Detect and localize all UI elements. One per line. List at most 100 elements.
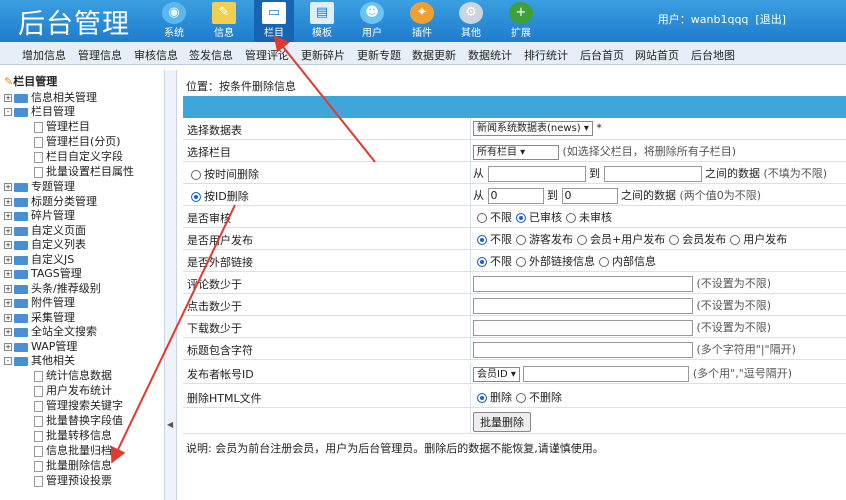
tab-template[interactable]: ▤ 模板 xyxy=(302,0,342,42)
tab-column[interactable]: ▭ 栏目 xyxy=(254,0,294,42)
tab-other[interactable]: ⚙ 其他 xyxy=(451,0,491,42)
subnav-item[interactable]: 管理信息 xyxy=(78,47,122,63)
subnav-item[interactable]: 管理评论 xyxy=(245,47,289,63)
user-member-radio[interactable] xyxy=(669,235,680,245)
subnav-item[interactable]: 网站首页 xyxy=(635,47,679,63)
clicks-input[interactable] xyxy=(473,298,693,314)
table-label: 选择数据表 xyxy=(187,124,242,137)
date-to-input[interactable] xyxy=(603,166,702,182)
sidebar-leaf[interactable]: 统计信息数据 xyxy=(34,367,112,383)
globe-icon: ◉ xyxy=(162,2,186,24)
sidebar-item[interactable]: + 自定义列表 xyxy=(4,236,86,252)
folder-icon xyxy=(14,255,28,265)
page-icon xyxy=(34,121,43,133)
user-any-radio[interactable] xyxy=(477,235,487,245)
gear-icon: ⚙ xyxy=(459,2,483,24)
column-select[interactable]: 所有栏目 ▾ xyxy=(473,144,559,160)
subnav-item[interactable]: 签发信息 xyxy=(189,47,233,63)
sidebar-leaf[interactable]: 管理预设投票 xyxy=(34,472,112,488)
sidebar-item[interactable]: + 附件管理 xyxy=(4,294,75,310)
downloads-label: 下载数少于 xyxy=(187,322,242,335)
link-label: 是否外部链接 xyxy=(187,256,253,269)
sidebar-leaf[interactable]: 信息批量归档 xyxy=(34,442,112,458)
tab-plugin[interactable]: ✦ 插件 xyxy=(402,0,442,42)
subnav-item[interactable]: 数据更新 xyxy=(412,47,456,63)
user-guest-radio[interactable] xyxy=(516,235,526,245)
sidebar-item[interactable]: + 碎片管理 xyxy=(4,207,75,223)
title-input[interactable] xyxy=(473,342,693,358)
sub-nav: 增加信息 管理信息 审核信息 签发信息 管理评论 更新碎片 更新专题 数据更新 … xyxy=(0,42,846,65)
date-from-input[interactable] xyxy=(487,166,586,182)
folder-icon xyxy=(14,93,28,103)
page-icon xyxy=(34,151,43,163)
folder-icon xyxy=(14,327,28,337)
poster-select[interactable]: 会员ID ▾ xyxy=(473,366,520,382)
form-header-bar xyxy=(183,96,846,118)
table-select[interactable]: 新闻系统数据表(news) ▾ xyxy=(473,121,593,136)
sidebar-item[interactable]: + TAGS管理 xyxy=(4,265,82,281)
link-internal-radio[interactable] xyxy=(599,257,609,267)
logout-link[interactable]: [退出] xyxy=(755,13,786,26)
audit-any-radio[interactable] xyxy=(477,213,487,223)
sidebar-item[interactable]: - 栏目管理 xyxy=(4,103,75,119)
sidebar-leaf[interactable]: 管理搜索关键字 xyxy=(34,397,123,413)
subnav-item[interactable]: 更新碎片 xyxy=(301,47,345,63)
tab-system[interactable]: ◉ 系统 xyxy=(154,0,194,42)
user-both-radio[interactable] xyxy=(577,235,587,245)
edit-icon: ✎ xyxy=(212,2,236,24)
tab-info[interactable]: ✎ 信息 xyxy=(204,0,244,42)
sidebar-leaf[interactable]: 批量设置栏目属性 xyxy=(34,163,134,179)
poster-input[interactable] xyxy=(523,366,690,382)
html-delete-radio[interactable] xyxy=(477,393,487,403)
sidebar-item[interactable]: + 专题管理 xyxy=(4,178,75,194)
sidebar-leaf[interactable]: 批量删除信息 xyxy=(34,457,112,473)
folder-icon xyxy=(14,211,28,221)
page-icon xyxy=(34,136,43,148)
folder-icon xyxy=(14,226,28,236)
audit-yes-radio[interactable] xyxy=(516,213,526,223)
sidebar-leaf[interactable]: 用户发布统计 xyxy=(34,382,112,398)
poster-label: 发布者帐号ID xyxy=(187,368,254,381)
subnav-item[interactable]: 更新专题 xyxy=(357,47,401,63)
subnav-item[interactable]: 审核信息 xyxy=(134,47,178,63)
audit-label: 是否审核 xyxy=(187,212,231,225)
time-radio[interactable] xyxy=(191,170,201,180)
sidebar-item[interactable]: - 其他相关 xyxy=(4,352,75,368)
sidebar-leaf[interactable]: 批量替换字段值 xyxy=(34,412,123,428)
logo: 后台管理 xyxy=(18,9,130,40)
sidebar-toggle[interactable]: ◀ xyxy=(165,70,177,500)
folder-icon xyxy=(14,356,28,366)
plugin-icon: ✦ xyxy=(410,2,434,24)
subnav-item[interactable]: 数据统计 xyxy=(468,47,512,63)
sidebar-leaf[interactable]: 管理栏目(分页) xyxy=(34,133,121,149)
html-keep-radio[interactable] xyxy=(516,393,526,403)
subnav-item[interactable]: 后台首页 xyxy=(580,47,624,63)
page-icon xyxy=(34,445,43,457)
sidebar-leaf[interactable]: 管理栏目 xyxy=(34,118,90,134)
page-icon xyxy=(34,460,43,472)
tab-extend[interactable]: + 扩展 xyxy=(501,0,541,42)
folder-icon xyxy=(14,313,28,323)
downloads-input[interactable] xyxy=(473,320,693,336)
page-icon xyxy=(34,415,43,427)
link-any-radio[interactable] xyxy=(477,257,487,267)
page-icon xyxy=(34,430,43,442)
subnav-item[interactable]: 增加信息 xyxy=(22,47,66,63)
sidebar-leaf[interactable]: 栏目自定义字段 xyxy=(34,148,123,164)
subnav-item[interactable]: 后台地图 xyxy=(691,47,735,63)
html-label: 删除HTML文件 xyxy=(187,392,262,405)
id-radio[interactable] xyxy=(191,192,201,202)
link-external-radio[interactable] xyxy=(516,257,526,267)
user-admin-radio[interactable] xyxy=(730,235,741,245)
folder-icon xyxy=(14,240,28,250)
tab-user[interactable]: ☻ 用户 xyxy=(352,0,392,42)
sidebar-leaf[interactable]: 批量转移信息 xyxy=(34,427,112,443)
subnav-item[interactable]: 排行统计 xyxy=(524,47,568,63)
audit-no-radio[interactable] xyxy=(566,213,576,223)
plus-icon: + xyxy=(509,2,533,24)
batch-delete-button[interactable]: 批量删除 xyxy=(473,412,531,432)
id-from-input[interactable]: 0 xyxy=(487,188,544,204)
id-to-input[interactable]: 0 xyxy=(561,188,618,204)
comments-input[interactable] xyxy=(473,276,693,292)
sidebar-item[interactable]: + 全站全文搜索 xyxy=(4,323,97,339)
